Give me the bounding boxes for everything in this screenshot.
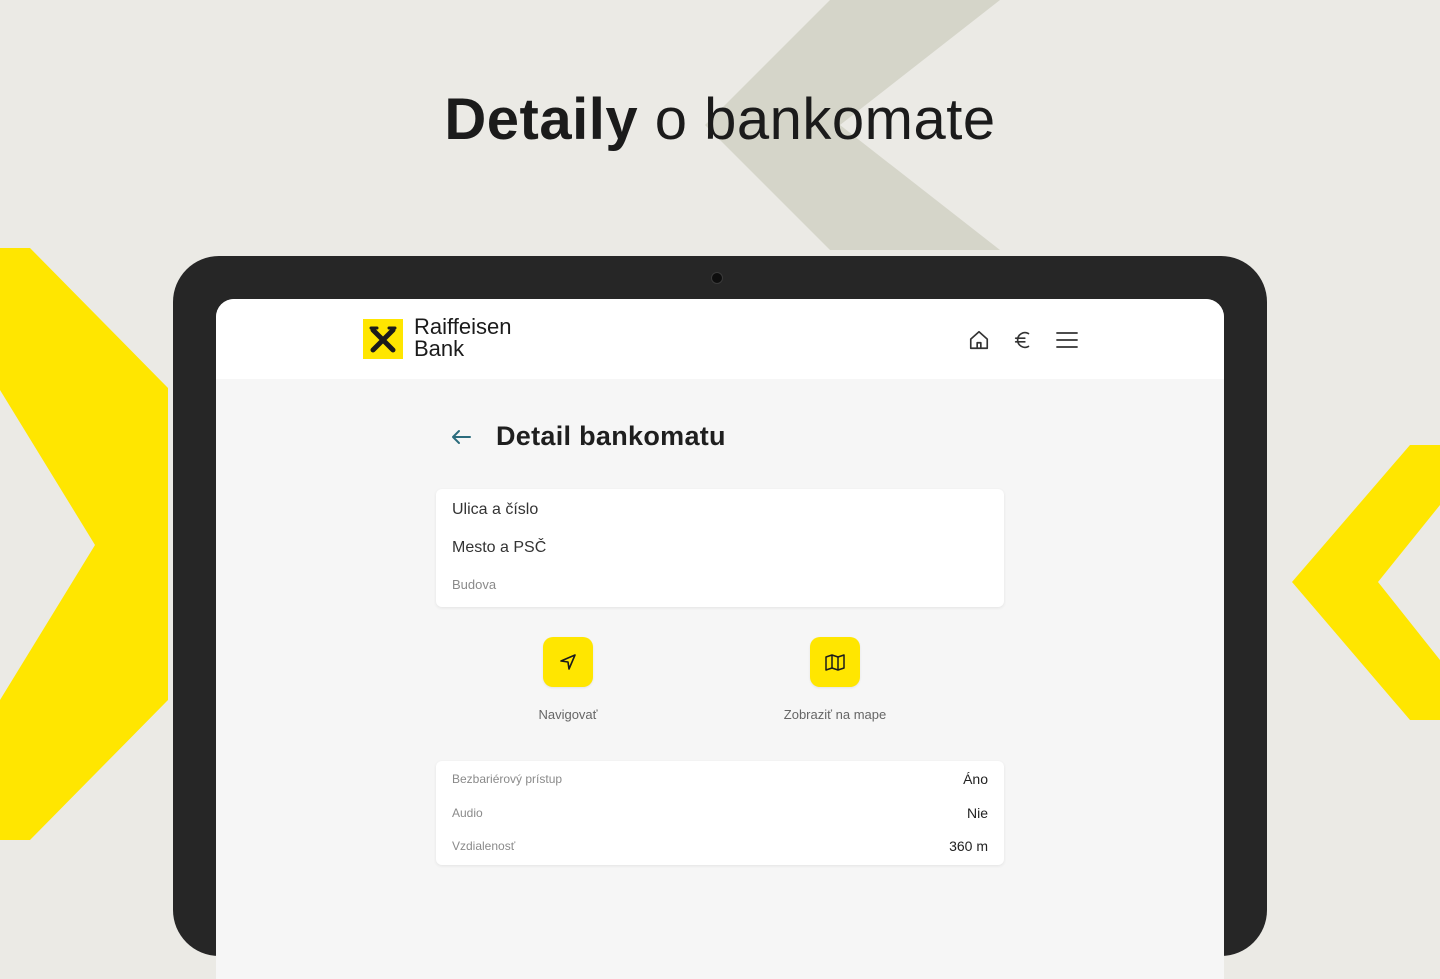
background-yellow-x-shape	[0, 248, 168, 840]
detail-label: Audio	[452, 806, 483, 820]
brand-line-2: Bank	[414, 336, 465, 361]
show-on-map-button[interactable]	[810, 637, 860, 687]
atm-details-card: Bezbariérový prístup Áno Audio Nie Vzdia…	[436, 761, 1004, 865]
detail-row: Bezbariérový prístup Áno	[452, 771, 988, 787]
brand-name[interactable]: Raiffeisen Bank	[414, 316, 511, 360]
app-header: Raiffeisen Bank	[216, 299, 1224, 379]
page-title-row: Detail bankomatu	[448, 421, 726, 452]
page-title: Detail bankomatu	[496, 421, 726, 451]
detail-label: Vzdialenosť	[452, 839, 516, 853]
raiffeisen-logo-icon[interactable]	[363, 319, 403, 359]
navigation-arrow-icon	[560, 654, 576, 670]
detail-value: Nie	[966, 805, 988, 821]
detail-row: Audio Nie	[452, 805, 988, 821]
map-icon	[825, 654, 845, 671]
menu-icon[interactable]	[1054, 327, 1080, 353]
address-street: Ulica a číslo	[452, 501, 539, 518]
navigate-label: Navigovať	[538, 707, 598, 722]
brand-line-1: Raiffeisen	[414, 314, 512, 339]
background-yellow-chevron	[1292, 445, 1440, 720]
address-card: Ulica a číslo Mesto a PSČ Budova	[436, 489, 1004, 607]
euro-icon[interactable]	[1010, 327, 1036, 353]
map-action: Zobraziť na mape	[745, 637, 925, 722]
headline-bold: Detaily	[444, 87, 639, 152]
navigate-button[interactable]	[543, 637, 593, 687]
header-nav	[966, 327, 1080, 353]
tablet-camera	[711, 272, 723, 284]
headline-light: o bankomate	[654, 87, 996, 152]
home-icon[interactable]	[966, 327, 992, 353]
detail-label: Bezbariérový prístup	[452, 772, 563, 786]
address-city: Mesto a PSČ	[452, 539, 547, 556]
detail-row: Vzdialenosť 360 m	[452, 838, 988, 854]
map-label: Zobraziť na mape	[783, 707, 887, 722]
tablet-frame: Raiffeisen Bank Detail bankomatu Ulica a…	[173, 256, 1267, 979]
address-building: Budova	[452, 577, 497, 592]
back-arrow-icon[interactable]	[448, 424, 474, 450]
app-screen: Raiffeisen Bank Detail bankomatu Ulica a…	[216, 299, 1224, 979]
navigate-action: Navigovať	[478, 637, 658, 722]
detail-value: 360 m	[949, 838, 988, 854]
detail-value: Áno	[963, 771, 988, 787]
page-headline: Detaily o bankomate	[0, 86, 1440, 153]
